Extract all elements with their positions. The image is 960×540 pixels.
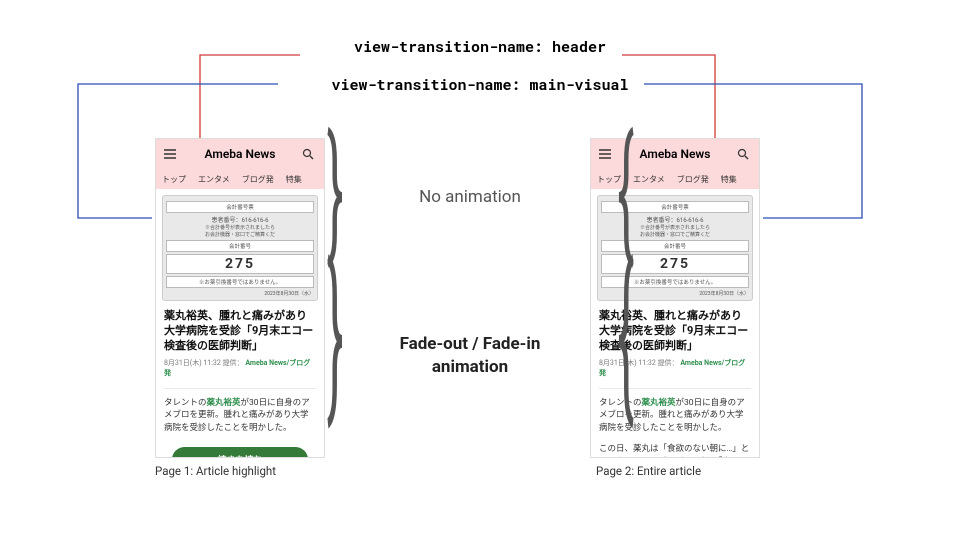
annotation-fade: Fade-out / Fade-in animation <box>370 333 570 379</box>
excerpt-pre: タレントの <box>164 398 207 408</box>
hamburger-icon[interactable] <box>164 149 178 159</box>
meta-time: 8月31日(木) 11:32 <box>164 359 221 367</box>
phone1-header: Ameba News <box>156 139 324 169</box>
excerpt-link[interactable]: 薬丸裕英 <box>642 398 676 408</box>
phone1-headline: 薬丸裕英、腫れと痛みがあり大学病院を受診「9月末エコー検査後の医師判断」 <box>156 301 324 358</box>
ticket-label: 会計番号 <box>166 240 314 252</box>
excerpt-link[interactable]: 薬丸裕英 <box>207 398 241 408</box>
phone1-tabs[interactable]: トップ エンタメ ブログ発 特集 <box>156 169 324 189</box>
search-icon[interactable] <box>302 148 316 160</box>
phone2-excerpt: タレントの薬丸裕英が30日に自身のアメブロを更新。腫れと痛みがあり大学病院を受診… <box>591 395 759 437</box>
phone1-meta: 8月31日(木) 11:32 提供： Ameba News/ブログ発 <box>156 358 324 382</box>
ticket-image: 会計番号票 患者番号：616-616-6 ※合計番号が表示されましたら お会計機… <box>162 195 318 301</box>
phone1-excerpt: タレントの薬丸裕英が30日に自身のアメブロを更新。腫れと痛みがあり大学病院を受診… <box>156 395 324 437</box>
fade-l2: animation <box>432 357 508 377</box>
tab-item[interactable]: トップ <box>162 174 186 185</box>
caption-page2: Page 2: Entire article <box>596 464 701 478</box>
ticket-date: 2023年8月30日（水） <box>166 290 314 297</box>
brace-lower-left: } <box>327 244 344 426</box>
ticket-number: 275 <box>166 254 314 274</box>
property-labels: view-transition-name: header view-transi… <box>0 38 960 94</box>
tab-item[interactable]: エンタメ <box>633 174 665 185</box>
phone2-headline: 薬丸裕英、腫れと痛みがあり大学病院を受診「9月末エコー検査後の医師判断」 <box>591 301 759 358</box>
tab-item[interactable]: 特集 <box>721 174 737 185</box>
meta-label: 提供： <box>223 359 244 367</box>
tab-item[interactable]: ブログ発 <box>242 174 274 185</box>
phone2-header: Ameba News <box>591 139 759 169</box>
caption-page1: Page 1: Article highlight <box>155 464 276 478</box>
phone2-meta: 8月31日(木) 11:32 提供： Ameba News/ブログ発 <box>591 358 759 382</box>
phone2-tabs[interactable]: トップ エンタメ ブログ発 特集 <box>591 169 759 189</box>
phone1-main-visual: 会計番号票 患者番号：616-616-6 ※合計番号が表示されましたら お会計機… <box>156 189 324 301</box>
prop-header-label: view-transition-name: header <box>0 38 960 56</box>
search-icon[interactable] <box>737 148 751 160</box>
fade-l1: Fade-out / Fade-in <box>400 334 541 354</box>
tab-item[interactable]: ブログ発 <box>677 174 709 185</box>
ticket-note: ※お薬引換番号ではありません。 <box>166 276 314 288</box>
phone-page2: Ameba News トップ エンタメ ブログ発 特集 会計番号票 患者番号：6… <box>590 138 760 458</box>
ticket-top: 会計番号票 <box>166 201 314 213</box>
phone-page1: Ameba News トップ エンタメ ブログ発 特集 会計番号票 患者番号：6… <box>155 138 325 458</box>
phone1-logo: Ameba News <box>178 147 302 161</box>
ticket-line1: 患者番号：616-616-6 <box>166 215 314 224</box>
tab-item[interactable]: エンタメ <box>198 174 230 185</box>
meta-label: 提供： <box>658 359 679 367</box>
prop-main-visual-label: view-transition-name: main-visual <box>0 76 960 94</box>
phone2-main-visual: 会計番号票 患者番号：616-616-6 ※合計番号が表示されましたら お会計機… <box>591 189 759 301</box>
tab-item[interactable]: 特集 <box>286 174 302 185</box>
brace-lower-right: } <box>617 244 634 426</box>
phone2-paragraph2: この日、薬丸は「食欲のない朝に…」というタイトルでブログを更新。「本日の朝食」と… <box>591 437 759 458</box>
annotation-no-animation: No animation <box>390 186 550 209</box>
hamburger-icon[interactable] <box>599 149 613 159</box>
read-more-button[interactable]: 続きを読む <box>172 447 308 458</box>
ticket-line2: ※合計番号が表示されましたら お会計機器・窓口でご精算くだ <box>166 224 314 238</box>
divider <box>164 388 316 389</box>
